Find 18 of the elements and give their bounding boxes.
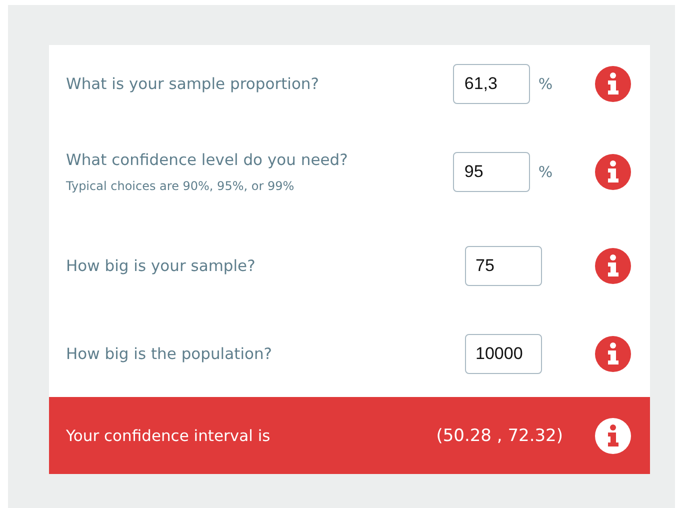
result-value: (50.28 , 72.32) [436, 426, 563, 446]
info-icon[interactable] [595, 154, 631, 190]
unit-label: % [538, 163, 553, 181]
info-icon[interactable] [595, 418, 631, 454]
input-field[interactable]: 95 [453, 152, 530, 192]
info-icon[interactable] [595, 248, 631, 284]
result-label: Your confidence interval is [66, 426, 272, 444]
info-icon[interactable] [595, 66, 631, 102]
input-field[interactable]: 75 [464, 246, 542, 286]
unit-label: % [538, 74, 553, 92]
question-label: How big is your sample? [66, 257, 256, 275]
hint-text: Typical choices are 90%, 95%, or 99% [66, 179, 296, 193]
info-icon[interactable] [595, 336, 631, 372]
question-label: What is your sample proportion? [66, 74, 320, 92]
question-label: How big is the population? [66, 344, 274, 362]
input-field[interactable]: 61,3 [453, 64, 530, 104]
input-field[interactable]: 10000 [464, 334, 542, 374]
question-label: What confidence level do you need? [66, 151, 349, 169]
